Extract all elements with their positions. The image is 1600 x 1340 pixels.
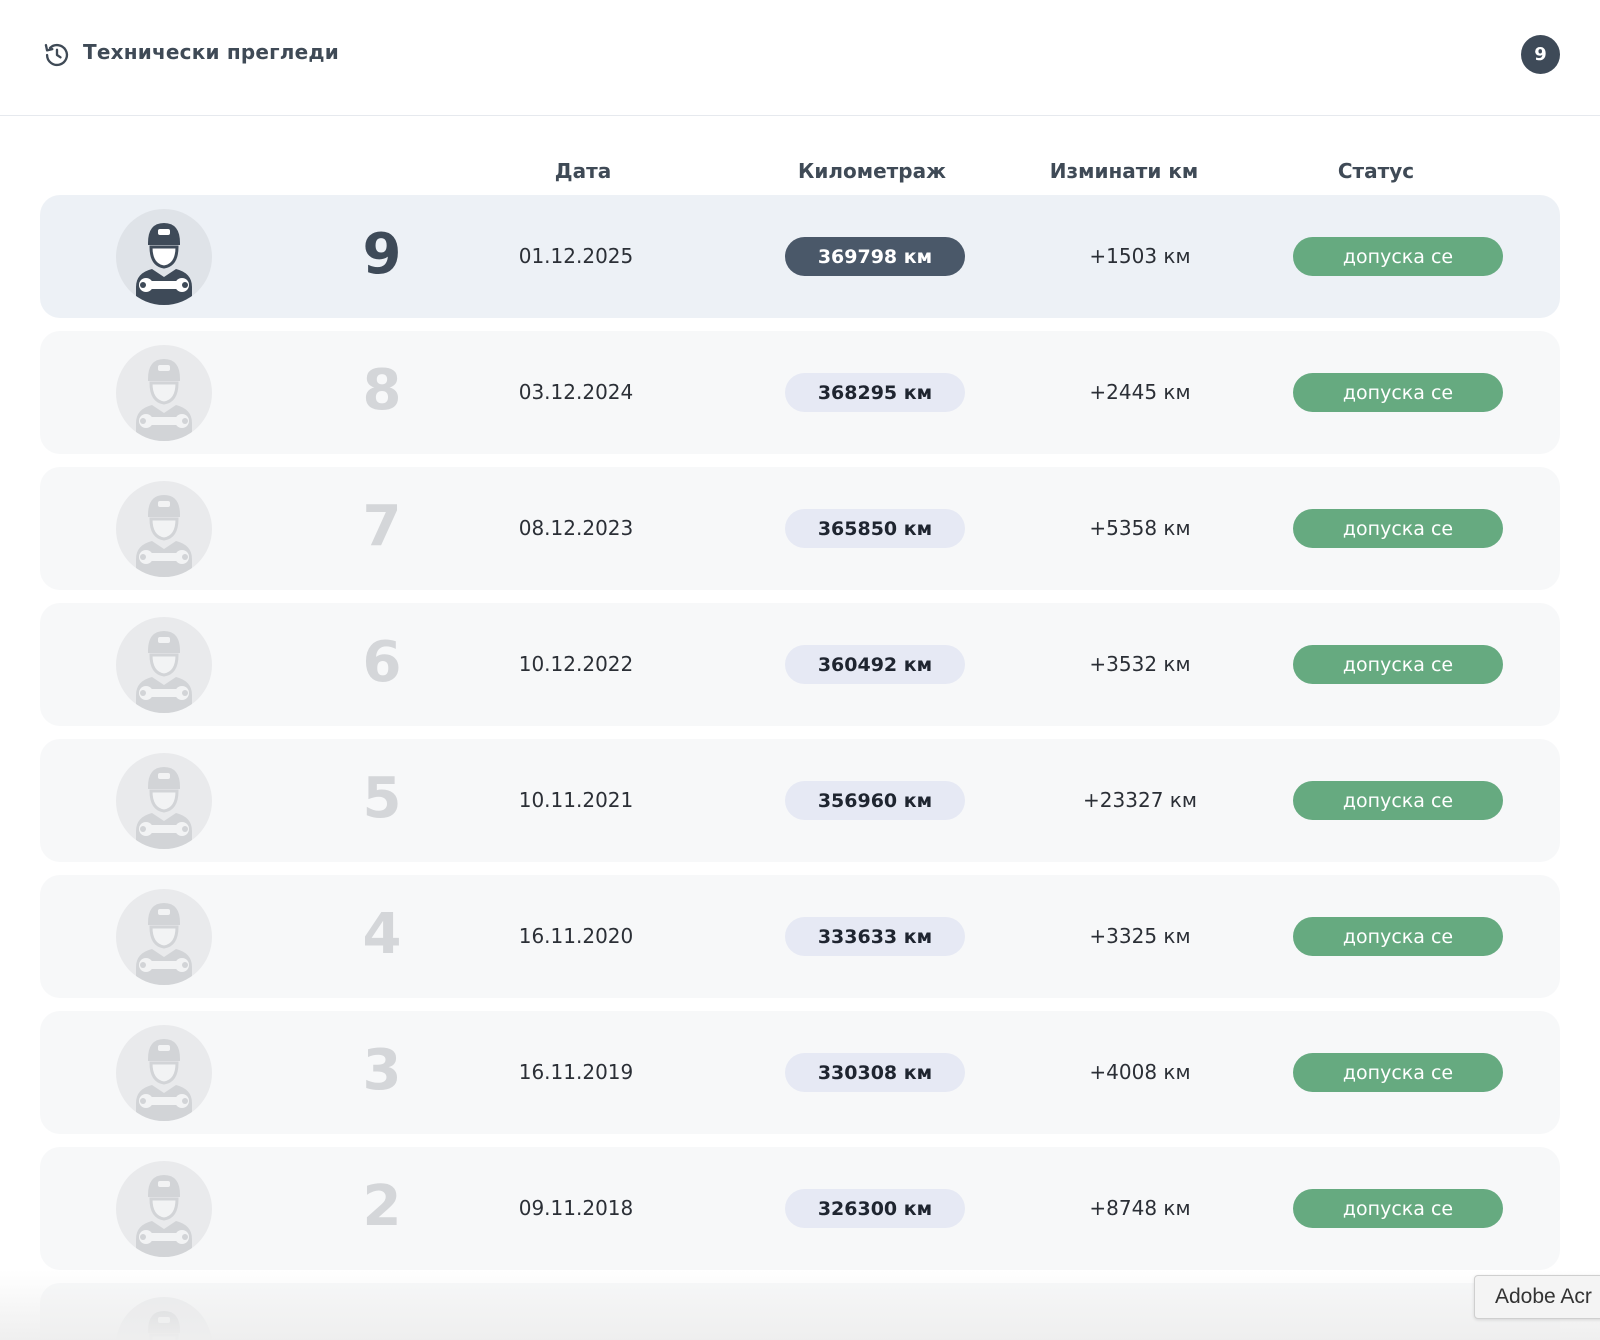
inspection-date: 01.12.2025 bbox=[518, 244, 634, 268]
distance-traveled: +8748 км bbox=[1089, 1196, 1191, 1220]
mechanic-avatar-icon bbox=[116, 1025, 212, 1121]
mileage-pill: 369798 км bbox=[785, 237, 965, 276]
inspection-row[interactable]: 6 10.12.2022 360492 км +3532 км допуска … bbox=[40, 603, 1560, 726]
inspections-count-badge: 9 bbox=[1521, 35, 1560, 74]
inspection-date: 10.11.2021 bbox=[518, 788, 634, 812]
inspection-number: 6 bbox=[362, 630, 402, 695]
mechanic-avatar-icon bbox=[116, 209, 212, 305]
mileage-pill: 360492 км bbox=[785, 645, 965, 684]
column-header-date: Дата bbox=[554, 159, 612, 183]
inspection-date: 16.11.2019 bbox=[518, 1060, 634, 1084]
status-badge: допуска се bbox=[1293, 509, 1503, 548]
inspection-number: 8 bbox=[362, 358, 402, 423]
inspection-number: 2 bbox=[362, 1174, 402, 1239]
inspection-row[interactable]: 9 01.12.2025 369798 км +1503 км допуска … bbox=[40, 195, 1560, 318]
mileage-pill: 368295 км bbox=[785, 373, 965, 412]
mileage-pill: 326300 км bbox=[785, 1189, 965, 1228]
status-badge: допуска се bbox=[1293, 1189, 1503, 1228]
inspection-row-partial[interactable] bbox=[40, 1283, 1560, 1340]
distance-traveled: +1503 км bbox=[1089, 244, 1191, 268]
inspection-date: 16.11.2020 bbox=[518, 924, 634, 948]
mileage-pill: 330308 км bbox=[785, 1053, 965, 1092]
distance-traveled: +5358 км bbox=[1089, 516, 1191, 540]
inspection-number: 5 bbox=[362, 766, 402, 831]
mileage-pill: 333633 км bbox=[785, 917, 965, 956]
inspection-date: 03.12.2024 bbox=[518, 380, 634, 404]
distance-traveled: +2445 км bbox=[1089, 380, 1191, 404]
mileage-pill: 365850 км bbox=[785, 509, 965, 548]
status-badge: допуска се bbox=[1293, 645, 1503, 684]
mechanic-avatar-icon bbox=[116, 1297, 212, 1340]
section-title: Технически прегледи bbox=[83, 40, 339, 64]
inspections-page: Технически прегледи 9 Дата Километраж Из… bbox=[0, 0, 1600, 1340]
inspection-row[interactable]: 3 16.11.2019 330308 км +4008 км допуска … bbox=[40, 1011, 1560, 1134]
inspection-date: 10.12.2022 bbox=[518, 652, 634, 676]
inspection-date: 08.12.2023 bbox=[518, 516, 634, 540]
inspection-number: 9 bbox=[362, 222, 402, 287]
section-header: Технически прегледи 9 bbox=[0, 0, 1600, 116]
distance-traveled: +23327 км bbox=[1083, 788, 1197, 812]
mileage-pill: 356960 км bbox=[785, 781, 965, 820]
inspection-row[interactable]: 8 03.12.2024 368295 км +2445 км допуска … bbox=[40, 331, 1560, 454]
inspection-row[interactable]: 5 10.11.2021 356960 км +23327 км допуска… bbox=[40, 739, 1560, 862]
distance-traveled: +4008 км bbox=[1089, 1060, 1191, 1084]
mechanic-avatar-icon bbox=[116, 753, 212, 849]
status-badge: допуска се bbox=[1293, 237, 1503, 276]
column-header-mileage: Километраж bbox=[798, 159, 946, 183]
inspection-row[interactable]: 2 09.11.2018 326300 км +8748 км допуска … bbox=[40, 1147, 1560, 1270]
mechanic-avatar-icon bbox=[116, 889, 212, 985]
inspection-row[interactable]: 7 08.12.2023 365850 км +5358 км допуска … bbox=[40, 467, 1560, 590]
column-header-distance: Изминати км bbox=[1049, 159, 1199, 183]
inspection-date: 09.11.2018 bbox=[518, 1196, 634, 1220]
history-icon bbox=[44, 43, 69, 67]
status-badge: допуска се bbox=[1293, 373, 1503, 412]
mechanic-avatar-icon bbox=[116, 617, 212, 713]
status-badge: допуска се bbox=[1293, 781, 1503, 820]
status-badge: допуска се bbox=[1293, 917, 1503, 956]
inspection-number: 3 bbox=[362, 1038, 402, 1103]
mechanic-avatar-icon bbox=[116, 345, 212, 441]
column-header-status: Статус bbox=[1337, 159, 1415, 183]
inspection-row[interactable]: 4 16.11.2020 333633 км +3325 км допуска … bbox=[40, 875, 1560, 998]
inspection-number: 4 bbox=[362, 902, 402, 967]
distance-traveled: +3532 км bbox=[1089, 652, 1191, 676]
adobe-tooltip: Adobe Acr bbox=[1474, 1275, 1600, 1319]
inspection-number: 7 bbox=[362, 494, 402, 559]
mechanic-avatar-icon bbox=[116, 1161, 212, 1257]
status-badge: допуска се bbox=[1293, 1053, 1503, 1092]
distance-traveled: +3325 км bbox=[1089, 924, 1191, 948]
mechanic-avatar-icon bbox=[116, 481, 212, 577]
